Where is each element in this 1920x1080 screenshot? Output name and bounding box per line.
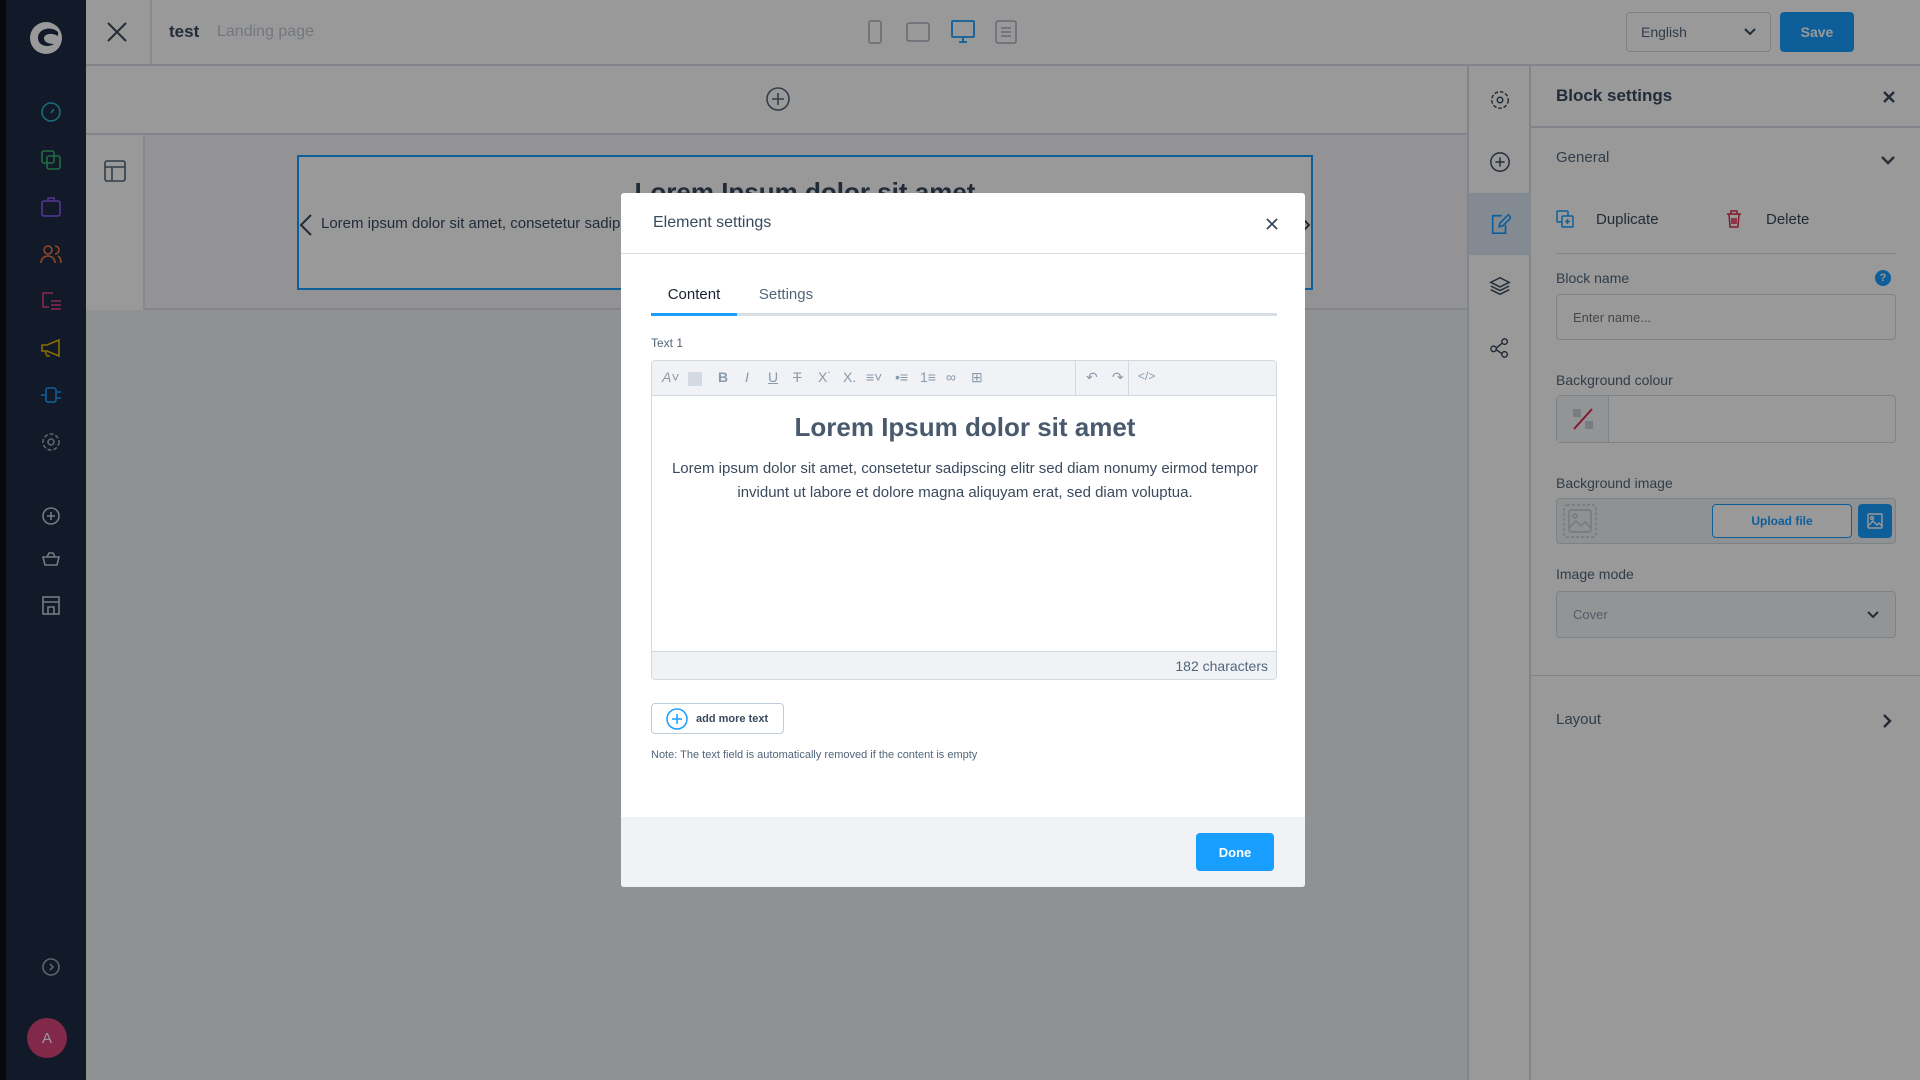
add-more-label: add more text <box>696 712 769 725</box>
character-count: 182 characters <box>652 651 1276 679</box>
text-color-icon[interactable] <box>688 372 702 386</box>
numbered-list-icon[interactable]: 1≡ <box>920 369 936 385</box>
add-more-text-button[interactable]: add more text <box>651 703 784 734</box>
subscript-icon[interactable]: X. <box>843 369 856 385</box>
modal-title: Element settings <box>653 214 772 231</box>
text-editor: A˅ B I U T X˙ X. ≡˅ •≡ 1≡ ∞ ⊞ ↶ ↷ </> Lo… <box>651 360 1277 680</box>
field-label: Text 1 <box>651 336 684 350</box>
align-icon[interactable]: ≡˅ <box>866 369 882 385</box>
divider <box>1128 361 1129 396</box>
strikethrough-icon[interactable]: T <box>793 369 802 385</box>
italic-icon[interactable]: I <box>745 369 749 385</box>
undo-icon[interactable]: ↶ <box>1086 369 1098 386</box>
modal-header: Element settings <box>621 193 1305 254</box>
underline-icon[interactable]: U <box>768 369 778 385</box>
tab-settings[interactable]: Settings <box>737 283 835 313</box>
font-size-icon[interactable]: A˅ <box>662 369 680 385</box>
modal-footer: Done <box>621 817 1305 887</box>
superscript-icon[interactable]: X˙ <box>818 369 832 385</box>
element-settings-modal: Element settings Content Settings Text 1… <box>621 193 1305 887</box>
editor-toolbar: A˅ B I U T X˙ X. ≡˅ •≡ 1≡ ∞ ⊞ ↶ ↷ </> <box>652 361 1276 396</box>
redo-icon[interactable]: ↷ <box>1112 369 1124 386</box>
table-icon[interactable]: ⊞ <box>971 369 983 386</box>
editor-content[interactable]: Lorem Ipsum dolor sit amet Lorem ipsum d… <box>652 396 1276 651</box>
close-icon[interactable] <box>1266 218 1278 230</box>
code-view-icon[interactable]: </> <box>1138 369 1155 383</box>
tab-bar: Content Settings <box>651 283 1277 316</box>
plus-circle-icon <box>666 707 688 730</box>
content-paragraph: Lorem ipsum dolor sit amet, consetetur s… <box>671 460 1259 501</box>
divider <box>1075 361 1076 396</box>
tab-content[interactable]: Content <box>651 283 737 316</box>
bold-icon[interactable]: B <box>718 369 728 385</box>
done-button[interactable]: Done <box>1196 833 1274 871</box>
bullet-list-icon[interactable]: •≡ <box>895 369 908 385</box>
note-text: Note: The text field is automatically re… <box>651 749 978 761</box>
content-heading: Lorem Ipsum dolor sit amet <box>794 412 1136 442</box>
link-icon[interactable]: ∞ <box>946 369 956 385</box>
